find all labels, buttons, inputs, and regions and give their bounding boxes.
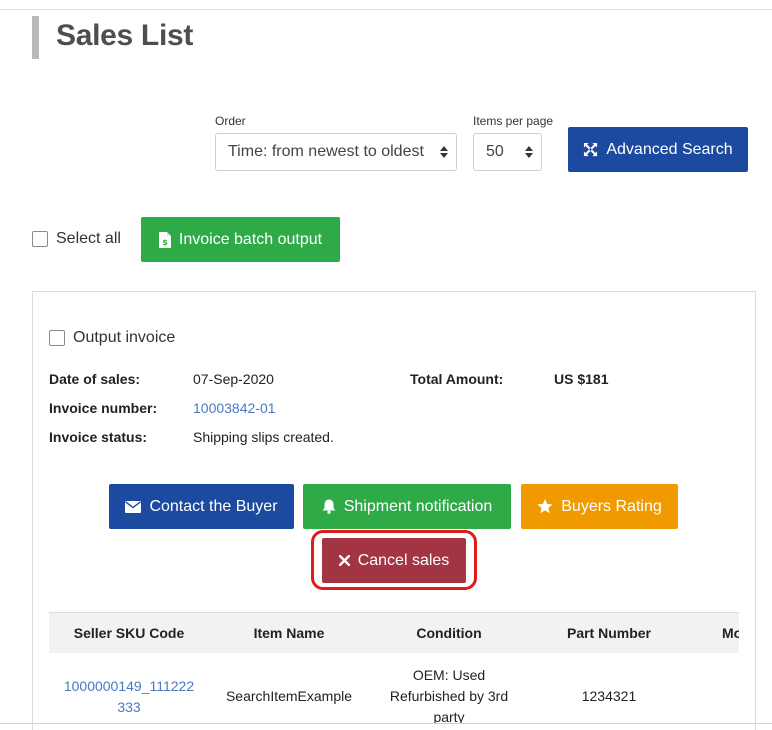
per-page-label: Items per page — [473, 114, 554, 128]
shipment-notification-label: Shipment notification — [343, 497, 493, 515]
date-of-sales-label: Date of sales: — [49, 371, 141, 387]
highlight-annotation-ring — [311, 530, 477, 590]
sku-line-1: 1000000149_111222 — [63, 678, 195, 694]
expand-arrows-icon — [583, 142, 598, 157]
star-icon — [537, 499, 553, 514]
invoice-batch-label: Invoice batch output — [178, 230, 323, 248]
date-of-sales-value: 07-Sep-2020 — [193, 371, 274, 387]
col-header-part-number: Part Number — [566, 625, 652, 641]
output-invoice-checkbox[interactable] — [49, 330, 65, 346]
advanced-search-button[interactable]: Advanced Search — [568, 127, 748, 172]
invoice-status-value: Shipping slips created. — [193, 429, 334, 445]
page-title: Sales List — [56, 19, 194, 52]
order-label: Order — [215, 114, 246, 128]
invoice-batch-output-button[interactable]: $ Invoice batch output — [141, 217, 340, 262]
condition-line-2: Refurbished by 3rd — [389, 688, 509, 704]
select-all-checkbox[interactable] — [32, 231, 48, 247]
invoice-number-label: Invoice number: — [49, 400, 158, 416]
col-header-condition: Condition — [416, 625, 482, 641]
top-divider — [0, 9, 772, 10]
envelope-icon — [125, 500, 142, 513]
buyers-rating-button[interactable]: Buyers Rating — [521, 484, 678, 529]
total-amount-value: US $181 — [554, 371, 609, 387]
condition-cell: OEM: Used Refurbished by 3rd party — [375, 665, 523, 724]
contact-buyer-label: Contact the Buyer — [149, 497, 278, 515]
svg-text:$: $ — [162, 238, 168, 247]
sort-arrows-icon — [517, 146, 541, 158]
col-header-mo: Mo — [722, 625, 739, 641]
item-name-cell: SearchItemExample — [225, 688, 353, 704]
items-table: Seller SKU Code Item Name Condition Part… — [49, 612, 739, 724]
invoice-number-link[interactable]: 10003842-01 — [193, 400, 276, 416]
advanced-search-label: Advanced Search — [606, 140, 733, 158]
sku-link[interactable]: 1000000149_111222 333 — [55, 676, 203, 718]
shipment-notification-button[interactable]: Shipment notification — [303, 484, 511, 529]
sku-line-2: 333 — [117, 699, 141, 715]
col-header-item-name: Item Name — [253, 625, 325, 641]
invoice-status-label: Invoice status: — [49, 429, 148, 445]
file-invoice-icon: $ — [158, 231, 171, 248]
per-page-value: 50 — [486, 143, 504, 160]
buyers-rating-label: Buyers Rating — [561, 497, 662, 515]
condition-line-1: OEM: Used — [412, 667, 486, 683]
select-all-label: Select all — [56, 230, 121, 247]
output-invoice-label: Output invoice — [73, 329, 176, 346]
title-accent-bar — [32, 16, 39, 59]
table-header: Seller SKU Code Item Name Condition Part… — [49, 612, 739, 653]
bell-icon — [322, 499, 336, 514]
order-select-value: Time: from newest to oldest — [228, 143, 424, 160]
condition-line-3: party — [433, 709, 465, 724]
part-number-cell: 1234321 — [581, 688, 637, 704]
sort-arrows-icon — [432, 146, 456, 158]
bottom-divider — [0, 723, 772, 724]
contact-buyer-button[interactable]: Contact the Buyer — [109, 484, 294, 529]
per-page-select[interactable]: 50 — [473, 133, 542, 171]
order-select[interactable]: Time: from newest to oldest — [215, 133, 457, 171]
col-header-seller-sku: Seller SKU Code — [73, 625, 185, 641]
total-amount-label: Total Amount: — [410, 371, 504, 387]
